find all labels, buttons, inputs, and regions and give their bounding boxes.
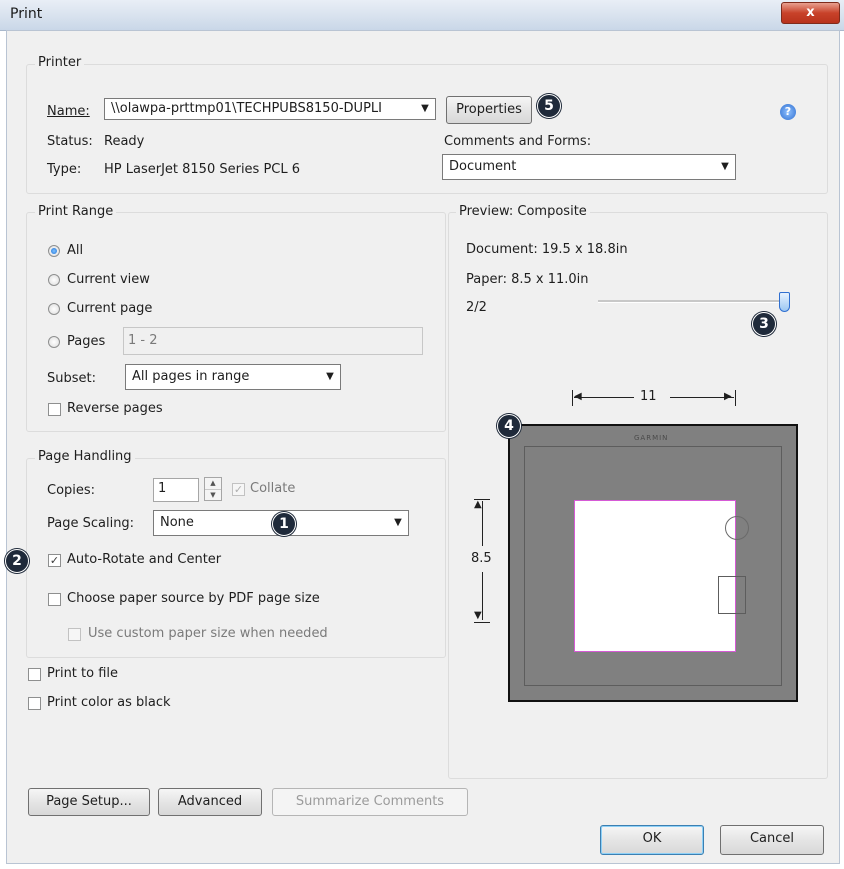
summarize-comments-button[interactable]: Summarize Comments <box>272 788 468 816</box>
radio-current-page[interactable] <box>48 303 60 315</box>
arrow-right-icon: ▶ <box>724 391 732 402</box>
arrow-up-icon: ▲ <box>474 499 482 510</box>
copies-label: Copies: <box>47 483 96 498</box>
callout-5: 5 <box>537 94 561 118</box>
close-icon: x <box>806 5 815 20</box>
radio-current-page-label: Current page <box>67 301 153 316</box>
reverse-pages-label: Reverse pages <box>67 401 163 416</box>
stepper-down-icon[interactable]: ▼ <box>205 490 221 501</box>
chevron-down-icon: ▼ <box>421 103 429 114</box>
copies-stepper[interactable]: ▲ ▼ <box>204 477 222 501</box>
drawing-detail <box>718 576 746 614</box>
window-title: Print <box>10 6 43 22</box>
callout-1: 1 <box>272 512 296 536</box>
collate-label: Collate <box>250 481 296 496</box>
help-icon[interactable]: ? <box>780 104 796 120</box>
printer-name-value: \\olawpa-prttmp01\TECHPUBS8150-DUPLI <box>111 101 382 116</box>
printer-name-select[interactable]: \\olawpa-prttmp01\TECHPUBS8150-DUPLI ▼ <box>104 98 436 120</box>
print-color-black-label: Print color as black <box>47 695 171 710</box>
cancel-label: Cancel <box>749 831 795 846</box>
subset-label: Subset: <box>47 371 96 386</box>
type-value: HP LaserJet 8150 Series PCL 6 <box>104 162 301 177</box>
page-setup-label: Page Setup... <box>46 794 132 809</box>
drawing-detail <box>725 516 749 540</box>
sheet-brand: GARMIN <box>634 434 669 442</box>
print-to-file-label: Print to file <box>47 666 119 681</box>
print-to-file-checkbox[interactable] <box>28 668 41 681</box>
copies-input[interactable]: 1 <box>153 478 199 502</box>
help-icon-glyph: ? <box>784 105 792 118</box>
dimension-tick <box>474 622 490 623</box>
page-counter: 2/2 <box>466 300 487 315</box>
callout-2: 2 <box>5 549 29 573</box>
printer-name-label: Name: <box>47 104 90 119</box>
dimension-line <box>574 397 634 398</box>
preview-sheet: GARMIN <box>508 424 798 702</box>
paper-source-label: Choose paper source by PDF page size <box>67 591 320 606</box>
preview-label: Preview: Composite <box>456 204 590 219</box>
status-value: Ready <box>104 134 145 149</box>
subset-select[interactable]: All pages in range ▼ <box>125 364 341 390</box>
arrow-left-icon: ◀ <box>574 391 582 402</box>
chevron-down-icon: ▼ <box>721 161 729 172</box>
custom-paper-checkbox[interactable] <box>68 628 81 641</box>
radio-all-label: All <box>67 243 84 258</box>
callout-3: 3 <box>752 312 776 336</box>
status-label: Status: <box>47 134 93 149</box>
dimension-line <box>482 501 483 546</box>
paper-size: Paper: 8.5 x 11.0in <box>466 272 589 287</box>
comments-forms-select[interactable]: Document ▼ <box>442 154 736 180</box>
printer-name-label-text: Name: <box>47 104 90 119</box>
auto-rotate-label: Auto-Rotate and Center <box>67 552 222 567</box>
print-range-label: Print Range <box>35 204 117 219</box>
comments-forms-value: Document <box>449 159 517 174</box>
radio-pages[interactable] <box>48 336 60 348</box>
pages-input[interactable]: 1 - 2 <box>123 327 423 355</box>
close-button[interactable]: x <box>781 2 840 24</box>
comments-forms-label: Comments and Forms: <box>444 134 592 149</box>
custom-paper-label: Use custom paper size when needed <box>88 626 328 641</box>
page-slider-thumb[interactable] <box>779 292 790 312</box>
radio-all[interactable] <box>48 245 60 257</box>
printable-page-area <box>574 500 736 652</box>
advanced-label: Advanced <box>177 794 243 809</box>
arrow-down-icon: ▼ <box>474 610 482 621</box>
properties-button[interactable]: Properties <box>446 96 532 124</box>
title-bar: Print x <box>0 0 844 31</box>
printer-group-label: Printer <box>35 55 85 70</box>
properties-button-label: Properties <box>456 102 522 117</box>
stepper-up-icon[interactable]: ▲ <box>205 478 221 490</box>
ok-label: OK <box>642 831 662 846</box>
callout-4: 4 <box>497 414 521 438</box>
page-handling-label: Page Handling <box>35 449 135 464</box>
auto-rotate-checkbox[interactable]: ✓ <box>48 554 61 567</box>
height-dimension-label: 8.5 <box>471 551 492 566</box>
reverse-pages-checkbox[interactable] <box>48 403 61 416</box>
advanced-button[interactable]: Advanced <box>158 788 262 816</box>
cancel-button[interactable]: Cancel <box>720 825 824 855</box>
radio-pages-label: Pages <box>67 334 106 349</box>
radio-current-view[interactable] <box>48 274 60 286</box>
dimension-tick <box>735 390 736 406</box>
subset-value: All pages in range <box>132 369 250 384</box>
type-label: Type: <box>47 162 82 177</box>
summarize-comments-label: Summarize Comments <box>295 794 445 809</box>
print-range-group <box>26 212 446 432</box>
radio-current-view-label: Current view <box>67 272 150 287</box>
chevron-down-icon: ▼ <box>326 371 334 382</box>
print-color-black-checkbox[interactable] <box>28 697 41 710</box>
dimension-tick <box>572 390 573 406</box>
chevron-down-icon: ▼ <box>394 517 402 528</box>
document-size: Document: 19.5 x 18.8in <box>466 242 628 257</box>
paper-source-checkbox[interactable] <box>48 593 61 606</box>
page-scaling-value: None <box>160 515 194 530</box>
page-setup-button[interactable]: Page Setup... <box>28 788 150 816</box>
collate-checkbox[interactable]: ✓ <box>232 483 245 496</box>
page-scaling-label: Page Scaling: <box>47 516 135 531</box>
ok-button[interactable]: OK <box>600 825 704 855</box>
page-slider-track[interactable] <box>598 300 790 303</box>
width-dimension-label: 11 <box>640 389 657 404</box>
dimension-line <box>482 572 483 620</box>
